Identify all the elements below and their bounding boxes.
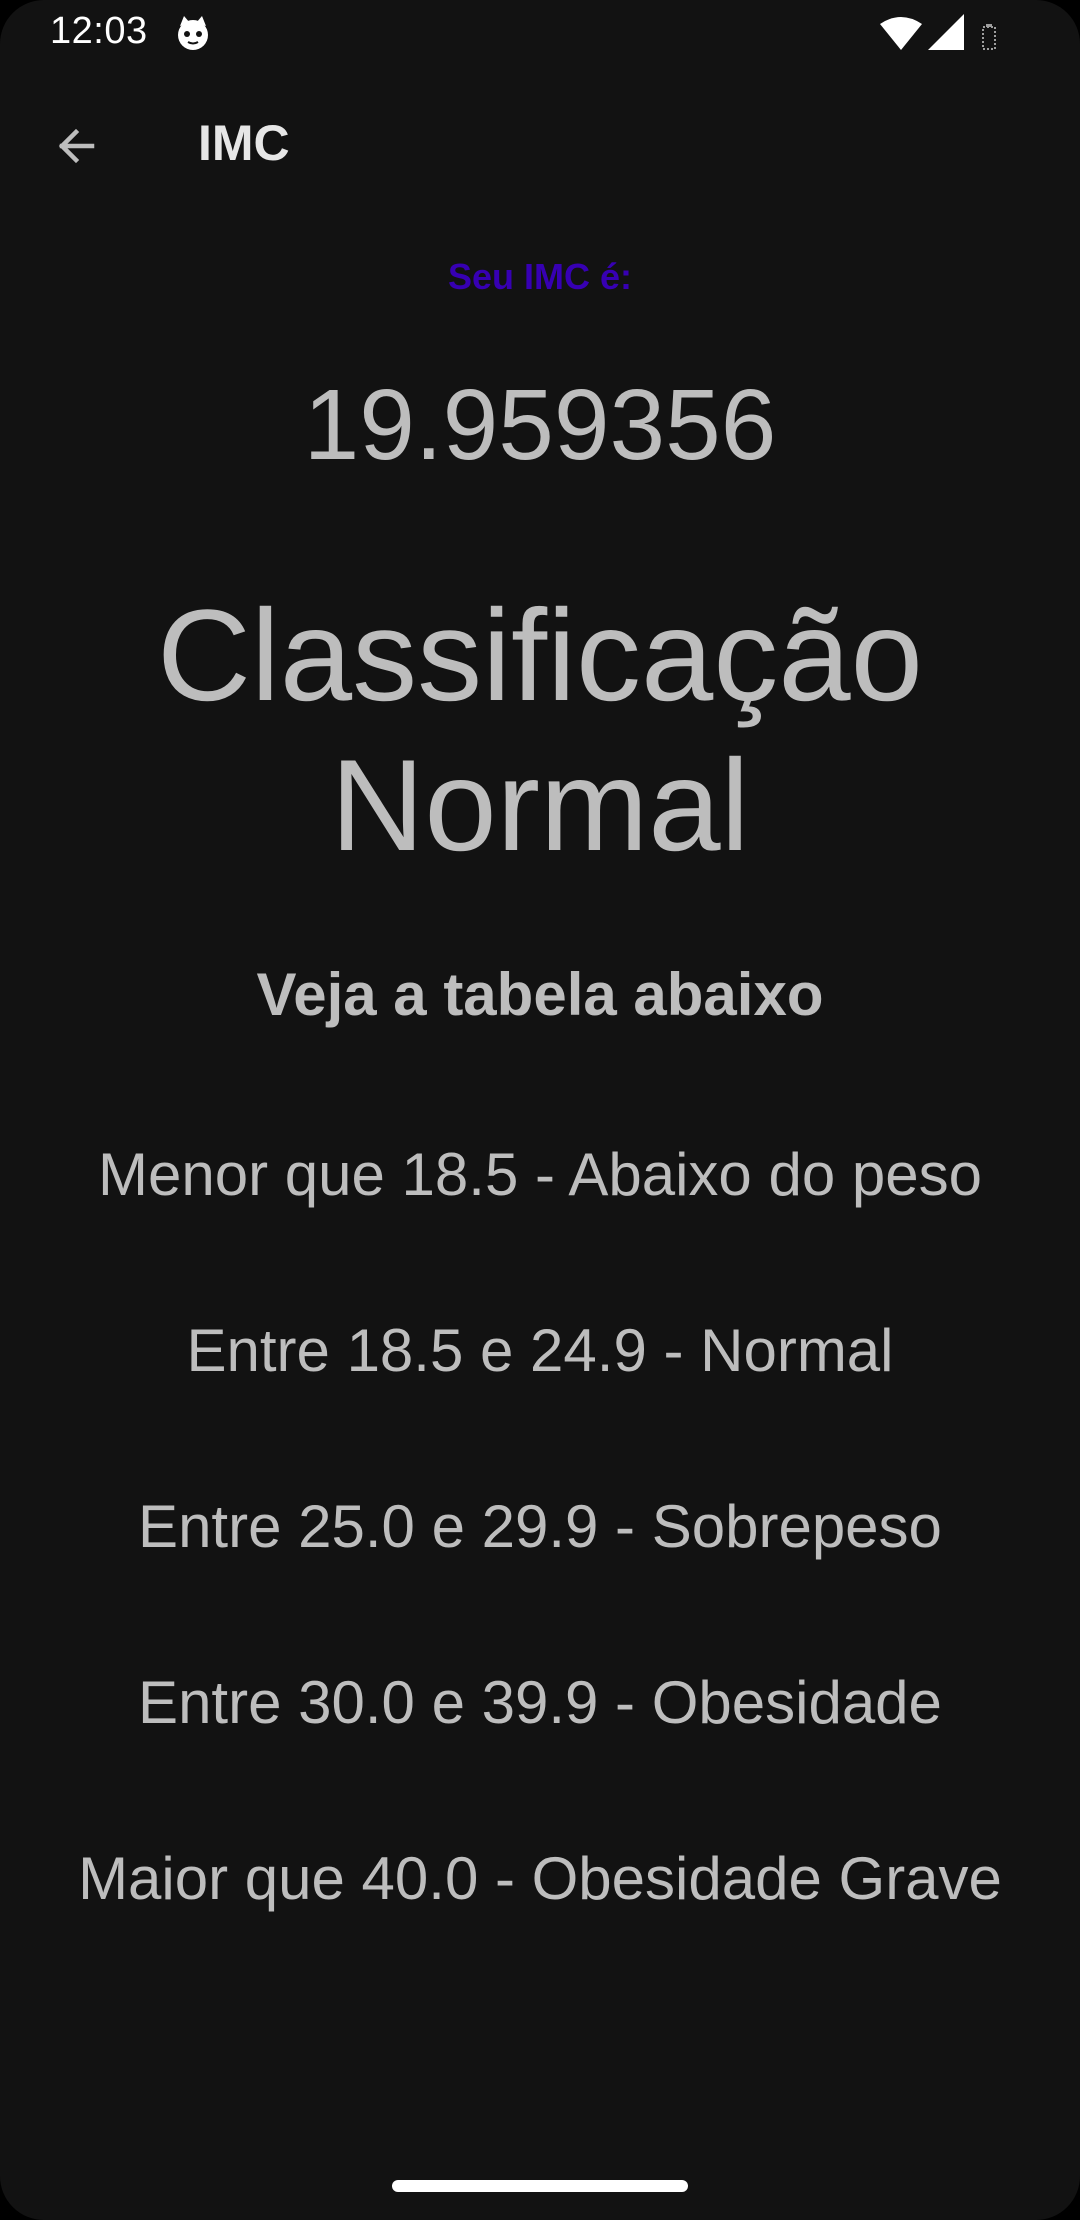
arrow-left-icon [52,122,100,175]
table-heading: Veja a tabela abaixo [256,961,824,1028]
table-row: Entre 25.0 e 29.9 - Sobrepeso [138,1493,942,1560]
result-label: Seu IMC é: [447,256,633,297]
table-row: Entre 30.0 e 39.9 - Obesidade [138,1669,942,1736]
bmi-value: 19.959356 [303,369,777,481]
battery-icon [982,24,996,50]
signal-icon [928,14,964,50]
back-button[interactable] [34,106,118,190]
app-bar: IMC [0,66,1080,222]
table-row: Menor que 18.5 - Abaixo do peso [98,1141,982,1208]
screen: 12:03 IMC Seu IMC é: 19.959356 Classific… [0,0,1080,2220]
classification: Classificação Normal [0,580,1080,880]
table-row: Entre 18.5 e 24.9 - Normal [186,1317,894,1384]
status-time: 12:03 [50,10,148,52]
classification-value: Normal [330,732,750,878]
status-bar: 12:03 [0,0,1080,66]
wifi-icon [880,16,922,50]
page-title: IMC [198,115,290,171]
table-row: Maior que 40.0 - Obesidade Grave [78,1845,1002,1912]
gesture-nav-handle[interactable] [392,2180,688,2192]
cat-icon [174,14,212,52]
classification-title: Classificação [157,582,923,728]
